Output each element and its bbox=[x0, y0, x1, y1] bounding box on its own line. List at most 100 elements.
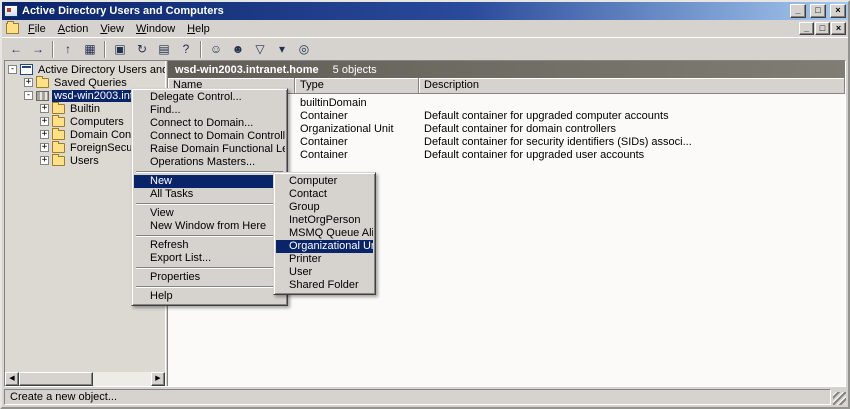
expand-toggle-icon[interactable]: + bbox=[40, 117, 49, 126]
child-close-button[interactable]: × bbox=[831, 22, 846, 35]
status-bar: Create a new object... bbox=[2, 387, 848, 407]
set-filter-button[interactable]: ▽ bbox=[249, 39, 271, 59]
help-button[interactable]: ? bbox=[175, 39, 197, 59]
menu-item-label: Contact bbox=[289, 188, 327, 200]
menu-item-label: Raise Domain Functional Level... bbox=[150, 143, 285, 155]
expand-toggle-icon[interactable]: + bbox=[40, 156, 49, 165]
menu-item-label: Delegate Control... bbox=[150, 91, 242, 103]
child-window-icon[interactable] bbox=[6, 23, 19, 34]
menu-item-raise-domain-functional-level[interactable]: Raise Domain Functional Level... bbox=[134, 143, 285, 156]
submenu-item-printer[interactable]: Printer bbox=[276, 253, 373, 266]
menu-window[interactable]: Window bbox=[130, 22, 181, 36]
toolbar-separator bbox=[52, 41, 54, 58]
submenu-item-organizational-unit[interactable]: Organizational Unit bbox=[276, 240, 373, 253]
minimize-button[interactable]: _ bbox=[790, 4, 806, 18]
tree-item-label: Builtin bbox=[68, 103, 102, 115]
expand-toggle-icon[interactable]: + bbox=[40, 130, 49, 139]
menu-item-export-list[interactable]: Export List... bbox=[134, 252, 285, 265]
submenu-item-inetorgperson[interactable]: InetOrgPerson bbox=[276, 214, 373, 227]
scrollbar-track[interactable] bbox=[93, 372, 151, 386]
tree-item-label: Users bbox=[68, 155, 101, 167]
title-bar[interactable]: Active Directory Users and Computers _ □… bbox=[2, 2, 848, 20]
toolbar-separator bbox=[104, 41, 106, 58]
menu-action[interactable]: Action bbox=[52, 22, 95, 36]
expand-toggle-icon[interactable]: + bbox=[24, 78, 33, 87]
export-list-button[interactable]: ▤ bbox=[153, 39, 175, 59]
menu-view[interactable]: View bbox=[94, 22, 130, 36]
menu-item-properties[interactable]: Properties bbox=[134, 271, 285, 284]
app-window: Active Directory Users and Computers _ □… bbox=[0, 0, 850, 409]
submenu-item-shared-folder[interactable]: Shared Folder bbox=[276, 279, 373, 292]
forward-button[interactable]: → bbox=[27, 39, 49, 59]
submenu-item-user[interactable]: User bbox=[276, 266, 373, 279]
status-message: Create a new object... bbox=[4, 389, 831, 405]
menu-item-delegate-control[interactable]: Delegate Control... bbox=[134, 91, 285, 104]
maximize-button[interactable]: □ bbox=[810, 4, 826, 18]
submenu-item-contact[interactable]: Contact bbox=[276, 188, 373, 201]
new-group-button[interactable]: ☻ bbox=[227, 39, 249, 59]
properties-button[interactable]: ▣ bbox=[109, 39, 131, 59]
scroll-right-icon[interactable]: ▶ bbox=[151, 372, 165, 386]
menu-item-label: Properties bbox=[150, 271, 200, 283]
menu-item-label: Operations Masters... bbox=[150, 156, 255, 168]
column-header-description[interactable]: Description bbox=[419, 78, 845, 94]
tree-item-root[interactable]: - Active Directory Users and Computers bbox=[5, 63, 165, 76]
menu-item-label: Connect to Domain... bbox=[150, 117, 253, 129]
expand-toggle-icon[interactable]: - bbox=[8, 65, 17, 74]
back-button[interactable]: ← bbox=[5, 39, 27, 59]
menu-item-operations-masters[interactable]: Operations Masters... bbox=[134, 156, 285, 169]
submenu-item-computer[interactable]: Computer bbox=[276, 175, 373, 188]
cell-description: Default container for domain controllers bbox=[419, 123, 845, 135]
menu-item-find[interactable]: Find... bbox=[134, 104, 285, 117]
child-restore-button[interactable]: □ bbox=[815, 22, 830, 35]
cell-type: builtinDomain bbox=[295, 97, 419, 109]
menu-item-connect-to-domain[interactable]: Connect to Domain... bbox=[134, 117, 285, 130]
submenu-item-group[interactable]: Group bbox=[276, 201, 373, 214]
menu-separator bbox=[136, 171, 283, 173]
expand-toggle-icon[interactable]: - bbox=[24, 91, 33, 100]
new-submenu: Computer Contact Group InetOrgPerson MSM… bbox=[273, 172, 376, 295]
toolbar-separator bbox=[200, 41, 202, 58]
menu-item-label: Connect to Domain Controller... bbox=[150, 130, 285, 142]
find-button[interactable]: ◎ bbox=[293, 39, 315, 59]
menu-item-connect-to-domain-controller[interactable]: Connect to Domain Controller... bbox=[134, 130, 285, 143]
menu-item-label: Computer bbox=[289, 175, 337, 187]
menu-item-view[interactable]: View bbox=[134, 207, 285, 220]
filter-options-button[interactable]: ▾ bbox=[271, 39, 293, 59]
up-one-level-button[interactable]: ↑ bbox=[57, 39, 79, 59]
toolbar: ← → ↑ ▦ ▣ ↻ ▤ ? ☺ ☻ ▽ ▾ ◎ bbox=[2, 37, 848, 60]
cell-type: Organizational Unit bbox=[295, 123, 419, 135]
column-header-type[interactable]: Type bbox=[295, 78, 419, 94]
menu-item-all-tasks[interactable]: All Tasks bbox=[134, 188, 285, 201]
menu-item-new[interactable]: New bbox=[134, 175, 285, 188]
cell-description: Default container for upgraded user acco… bbox=[419, 149, 845, 161]
show-hide-tree-button[interactable]: ▦ bbox=[79, 39, 101, 59]
cell-type: Container bbox=[295, 110, 419, 122]
app-icon bbox=[4, 5, 18, 17]
menu-help[interactable]: Help bbox=[181, 22, 216, 36]
scroll-left-icon[interactable]: ◀ bbox=[5, 372, 19, 386]
child-window-controls: _ □ × bbox=[799, 22, 846, 35]
cell-description: Default container for upgraded computer … bbox=[419, 110, 845, 122]
expand-toggle-icon[interactable]: + bbox=[40, 104, 49, 113]
close-button[interactable]: × bbox=[830, 4, 846, 18]
object-count: 5 objects bbox=[333, 64, 377, 76]
refresh-button[interactable]: ↻ bbox=[131, 39, 153, 59]
expand-toggle-icon[interactable]: + bbox=[40, 143, 49, 152]
menu-item-label: Help bbox=[150, 290, 173, 302]
menu-item-new-window-from-here[interactable]: New Window from Here bbox=[134, 220, 285, 233]
menu-item-label: Shared Folder bbox=[289, 279, 359, 291]
tree-horizontal-scrollbar[interactable]: ◀ ▶ bbox=[5, 372, 165, 386]
menu-item-label: MSMQ Queue Alias bbox=[289, 227, 373, 239]
resize-grip-icon[interactable] bbox=[833, 392, 846, 405]
submenu-item-msmq-queue-alias[interactable]: MSMQ Queue Alias bbox=[276, 227, 373, 240]
menu-item-label: New Window from Here bbox=[150, 220, 266, 232]
tree-item-label: Saved Queries bbox=[52, 77, 129, 89]
menu-item-refresh[interactable]: Refresh bbox=[134, 239, 285, 252]
child-minimize-button[interactable]: _ bbox=[799, 22, 814, 35]
menu-item-help[interactable]: Help bbox=[134, 290, 285, 303]
scrollbar-thumb[interactable] bbox=[19, 372, 93, 386]
new-user-button[interactable]: ☺ bbox=[205, 39, 227, 59]
menu-file[interactable]: File bbox=[22, 22, 52, 36]
window-title: Active Directory Users and Computers bbox=[22, 5, 786, 17]
